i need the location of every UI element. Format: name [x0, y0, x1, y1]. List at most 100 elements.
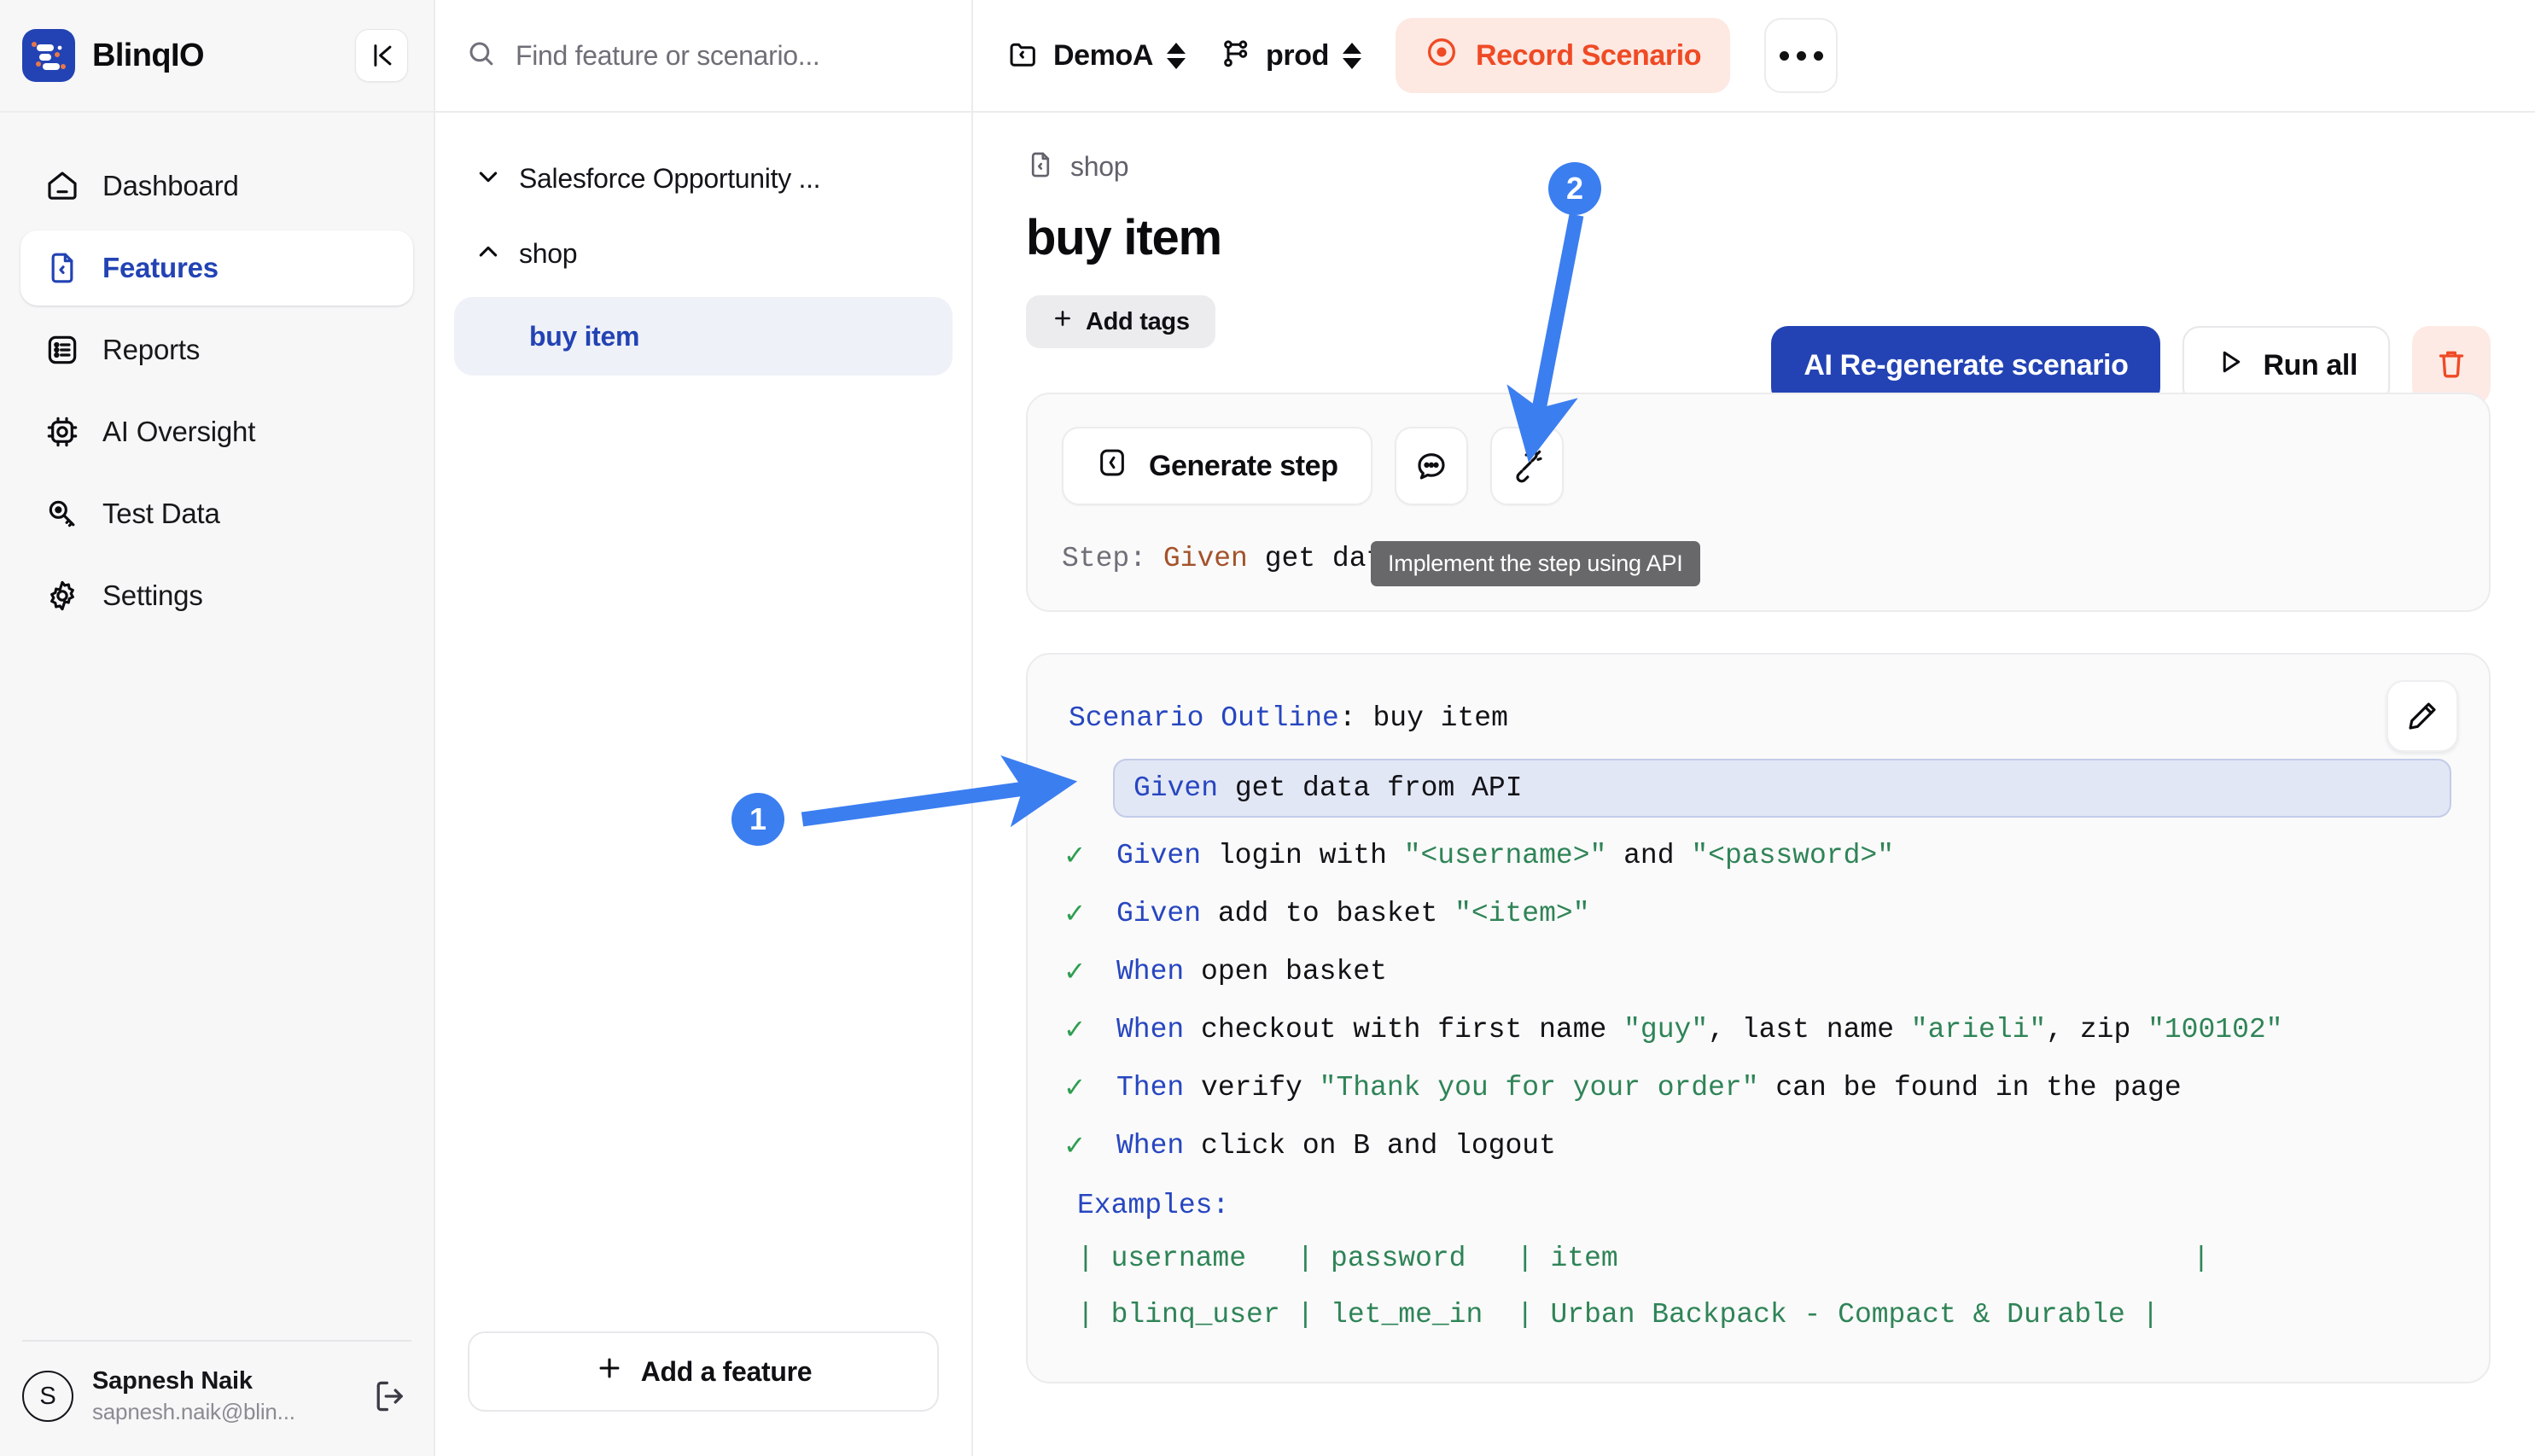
more-options-button[interactable]: [1764, 18, 1839, 93]
scenario-step-row[interactable]: ✓ Given add to basket "<item>": [1065, 884, 2451, 942]
step-text: open basket: [1201, 955, 1387, 987]
add-feature-button[interactable]: Add a feature: [468, 1331, 939, 1412]
project-selector[interactable]: DemoA: [1007, 38, 1186, 74]
examples-data-row: | blinq_user | let_me_in | Urban Backpac…: [1077, 1298, 2159, 1331]
collapse-sidebar-button[interactable]: [355, 29, 408, 82]
trash-icon: [2434, 347, 2468, 385]
step-keyword: Given: [1163, 543, 1248, 574]
step-string: "<item>": [1454, 897, 1590, 929]
scenario-step-row[interactable]: ✓ Given login with "<username>" and "<pa…: [1065, 826, 2451, 884]
chevron-down-icon: [475, 163, 502, 195]
step-text: login with: [1217, 839, 1404, 871]
step-text: verify: [1201, 1071, 1320, 1104]
logout-icon[interactable]: [369, 1375, 411, 1418]
feature-tree-panel: Salesforce Opportunity ... shop buy item…: [435, 0, 973, 1456]
scenario-step-row[interactable]: ✓ Then verify "Thank you for your order"…: [1065, 1058, 2451, 1116]
sidebar-item-label: Test Data: [102, 498, 220, 529]
sidebar-item-label: AI Oversight: [102, 416, 256, 447]
main-content: DemoA prod Record Scenario shop buy item…: [973, 0, 2535, 1456]
step-keyword: When: [1116, 955, 1185, 987]
generate-step-button[interactable]: Generate step: [1062, 427, 1372, 505]
sidebar-item-features[interactable]: Features: [20, 230, 413, 306]
plus-icon: [1052, 307, 1074, 336]
tree-node-salesforce-opportunity[interactable]: Salesforce Opportunity ...: [454, 143, 953, 213]
sidebar-footer: S Sapnesh Naik sapnesh.naik@blin...: [0, 1340, 434, 1456]
branch-icon: [1220, 38, 1252, 74]
sidebar-item-test-data[interactable]: Test Data: [20, 476, 413, 551]
scenario-view: shop buy item Add tags AI Re-generate sc…: [973, 113, 2535, 1456]
tree-leaf-label: buy item: [529, 320, 640, 352]
home-icon: [44, 168, 80, 204]
generate-step-panel: Generate step Step: Given get data Imple…: [1026, 393, 2491, 612]
step-string: "guy": [1623, 1013, 1709, 1045]
add-feature-label: Add a feature: [640, 1355, 813, 1387]
step-text: , zip: [2046, 1013, 2148, 1045]
examples-header-row: | username | password | item |: [1077, 1242, 2210, 1274]
step-keyword: Given: [1133, 772, 1219, 804]
sidebar-item-label: Reports: [102, 334, 201, 365]
add-tags-label: Add tags: [1086, 307, 1190, 335]
record-icon: [1425, 35, 1459, 77]
sidebar-header: BlinqIO: [0, 0, 434, 113]
step-text: get data from API: [1234, 772, 1523, 804]
check-icon: ✓: [1065, 896, 1084, 932]
sidebar-item-ai-oversight[interactable]: AI Oversight: [20, 394, 413, 469]
avatar: S: [22, 1371, 73, 1422]
step-string: "100102": [2147, 1013, 2283, 1045]
api-tooltip: Implement the step using API: [1371, 541, 1700, 586]
regenerate-label: AI Re-generate scenario: [1804, 348, 2129, 381]
scenario-code-panel: Scenario Outline: buy item Given get dat…: [1026, 653, 2491, 1383]
scenario-step-highlighted[interactable]: Given get data from API: [1113, 759, 2451, 818]
add-tags-button[interactable]: Add tags: [1026, 295, 1215, 348]
sidebar-item-dashboard[interactable]: Dashboard: [20, 149, 413, 224]
step-keyword: Given: [1116, 897, 1202, 929]
comment-bubble-icon[interactable]: [1394, 427, 1468, 505]
record-scenario-button[interactable]: Record Scenario: [1395, 18, 1731, 93]
scenario-step-row[interactable]: Given get data from API: [1065, 755, 2451, 826]
user-profile[interactable]: S Sapnesh Naik sapnesh.naik@blin...: [22, 1367, 411, 1425]
chevron-updown-icon: [1167, 42, 1186, 69]
sidebar-item-reports[interactable]: Reports: [20, 312, 413, 387]
sidebar-item-label: Features: [102, 252, 219, 283]
project-name: DemoA: [1053, 38, 1154, 72]
annotation-badge-1: 1: [731, 793, 784, 846]
step-text: can be found in the page: [1758, 1071, 2182, 1104]
generate-step-toolbar: Generate step: [1062, 427, 2455, 505]
sidebar-nav: Dashboard Features Reports AI Oversight …: [0, 113, 434, 633]
sidebar-item-settings[interactable]: Settings: [20, 558, 413, 633]
divider: [22, 1340, 411, 1342]
step-text: click on B and logout: [1201, 1129, 1556, 1162]
environment-selector[interactable]: prod: [1220, 38, 1361, 74]
tree-leaf-buy-item[interactable]: buy item: [454, 297, 953, 376]
blinqio-logo-icon: [22, 29, 75, 82]
brand-name: BlinqIO: [92, 37, 205, 73]
scenario-step-row[interactable]: ✓ When open basket: [1065, 942, 2451, 1000]
chevron-updown-icon: [1342, 42, 1361, 69]
check-icon: ✓: [1065, 838, 1084, 874]
scenario-step-row[interactable]: ✓ When checkout with first name "guy", l…: [1065, 1000, 2451, 1058]
tree-node-shop[interactable]: shop: [454, 218, 953, 288]
step-string: "arieli": [1910, 1013, 2047, 1045]
tree-node-label: shop: [519, 237, 578, 269]
sidebar: BlinqIO Dashboard Features Reports AI Ov…: [0, 0, 435, 1456]
step-string: "<password>": [1691, 839, 1894, 871]
step-text: and: [1606, 839, 1692, 871]
step-keyword: Then: [1116, 1071, 1185, 1104]
search-input[interactable]: [516, 39, 941, 72]
file-code-icon: [44, 250, 80, 286]
check-icon: ✓: [1065, 1128, 1084, 1164]
scenario-outline-line: Scenario Outline: buy item: [1069, 702, 1508, 734]
step-text: add to basket: [1217, 897, 1455, 929]
scenario-step-row[interactable]: ✓ When click on B and logout: [1065, 1116, 2451, 1174]
plug-api-icon[interactable]: [1489, 427, 1564, 505]
top-toolbar: DemoA prod Record Scenario: [973, 0, 2535, 113]
chevron-up-icon: [475, 238, 502, 270]
search-icon: [466, 38, 497, 73]
user-email: sapnesh.naik@blin...: [92, 1399, 295, 1424]
plus-icon: [595, 1354, 624, 1389]
project-icon: [1007, 38, 1040, 74]
breadcrumb-label: shop: [1070, 151, 1129, 182]
pencil-edit-icon[interactable]: [2386, 680, 2458, 752]
run-all-label: Run all: [2263, 348, 2357, 381]
sidebar-item-label: Dashboard: [102, 170, 239, 201]
